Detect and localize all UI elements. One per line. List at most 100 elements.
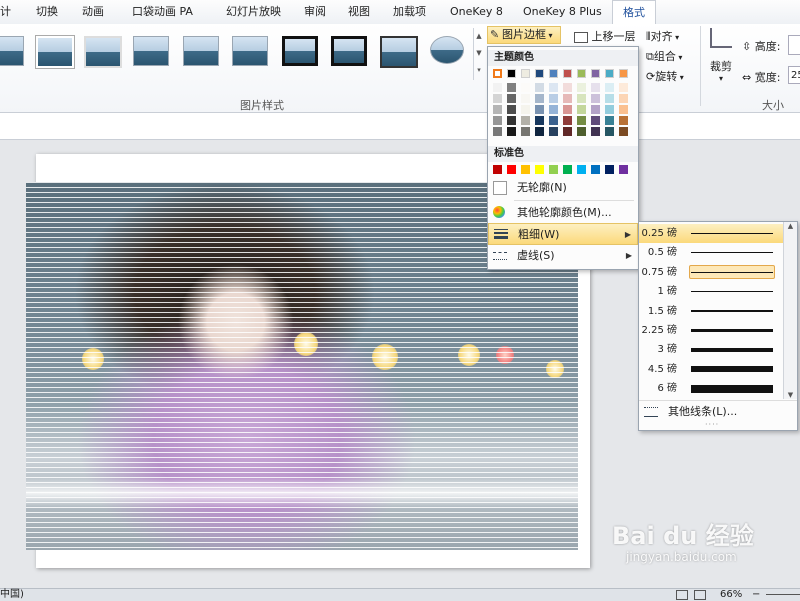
theme-color-shade[interactable] xyxy=(535,105,544,114)
theme-color-swatch[interactable] xyxy=(619,69,628,78)
zoom-level[interactable]: 66% xyxy=(720,589,742,601)
standard-color-swatch[interactable] xyxy=(563,165,572,174)
theme-color-shade[interactable] xyxy=(493,83,502,92)
theme-color-shade[interactable] xyxy=(605,116,614,125)
zoom-slider[interactable] xyxy=(766,594,800,595)
standard-color-swatch[interactable] xyxy=(493,165,502,174)
theme-color-shade[interactable] xyxy=(563,116,572,125)
scroll-down-icon[interactable]: ▼ xyxy=(784,391,797,399)
theme-color-shade[interactable] xyxy=(619,83,628,92)
style-thumb[interactable] xyxy=(430,36,464,64)
theme-color-swatch[interactable] xyxy=(549,69,558,78)
gallery-more-icon[interactable]: ▾ xyxy=(474,62,484,79)
theme-color-swatch[interactable] xyxy=(507,69,516,78)
move-forward-button[interactable]: 上移一层 xyxy=(574,28,636,44)
theme-color-swatch[interactable] xyxy=(577,69,586,78)
group-button[interactable]: ⧉组合 ▾ xyxy=(646,48,682,64)
dashes-item[interactable]: 虚线(S) ▶ xyxy=(488,245,638,267)
standard-color-swatch[interactable] xyxy=(535,165,544,174)
tab-onekey8[interactable]: OneKey 8 xyxy=(450,0,503,24)
theme-color-shade[interactable] xyxy=(493,116,502,125)
theme-color-shade[interactable] xyxy=(619,127,628,136)
theme-color-shade[interactable] xyxy=(605,105,614,114)
theme-color-shade[interactable] xyxy=(507,116,516,125)
tab-addins[interactable]: 加载项 xyxy=(393,0,426,24)
weight-option[interactable]: 1.5 磅 xyxy=(639,302,783,321)
theme-color-shade[interactable] xyxy=(619,94,628,103)
more-outline-colors-item[interactable]: 其他轮廓颜色(M)... xyxy=(488,202,638,224)
style-thumb[interactable] xyxy=(133,36,169,66)
more-lines-item[interactable]: 其他线条(L)... xyxy=(639,402,797,422)
width-input[interactable]: 25 xyxy=(788,66,800,84)
theme-color-shade[interactable] xyxy=(577,105,586,114)
no-outline-item[interactable]: 无轮廓(N) xyxy=(488,177,638,199)
normal-view-icon[interactable] xyxy=(676,590,688,600)
theme-color-swatch[interactable] xyxy=(563,69,572,78)
tab-review[interactable]: 审阅 xyxy=(304,0,326,24)
standard-color-swatch[interactable] xyxy=(591,165,600,174)
theme-color-shade[interactable] xyxy=(563,94,572,103)
tab-format[interactable]: 格式 xyxy=(612,0,656,26)
theme-color-shade[interactable] xyxy=(521,105,530,114)
standard-color-swatch[interactable] xyxy=(521,165,530,174)
weight-option[interactable]: 6 磅 xyxy=(639,379,783,398)
standard-color-swatch[interactable] xyxy=(619,165,628,174)
rotate-button[interactable]: ⟳旋转 ▾ xyxy=(646,68,684,84)
weight-option[interactable]: 0.75 磅 xyxy=(639,263,783,282)
style-thumb[interactable] xyxy=(380,36,418,68)
theme-color-swatch[interactable] xyxy=(591,69,600,78)
style-thumb[interactable] xyxy=(0,36,24,66)
theme-color-swatch[interactable] xyxy=(521,69,530,78)
crop-button[interactable]: 裁剪 ▾ xyxy=(708,28,734,83)
standard-color-swatch[interactable] xyxy=(605,165,614,174)
theme-color-shade[interactable] xyxy=(521,127,530,136)
theme-color-shade[interactable] xyxy=(591,105,600,114)
theme-color-shade[interactable] xyxy=(535,116,544,125)
language-indicator[interactable]: 中国) xyxy=(0,589,24,601)
tab-slideshow[interactable]: 幻灯片放映 xyxy=(226,0,281,24)
theme-color-shade[interactable] xyxy=(507,83,516,92)
theme-color-swatch[interactable] xyxy=(535,69,544,78)
tab-onekey8-plus[interactable]: OneKey 8 Plus xyxy=(523,0,602,24)
style-thumb[interactable] xyxy=(232,36,268,66)
theme-color-shade[interactable] xyxy=(591,116,600,125)
standard-color-swatch[interactable] xyxy=(507,165,516,174)
tab-view[interactable]: 视图 xyxy=(348,0,370,24)
zoom-out-icon[interactable]: − xyxy=(752,589,760,601)
theme-color-shade[interactable] xyxy=(605,127,614,136)
theme-color-shade[interactable] xyxy=(521,116,530,125)
tab-pocket-animation[interactable]: 口袋动画 PA xyxy=(132,0,193,24)
theme-color-shade[interactable] xyxy=(563,83,572,92)
gallery-down-icon[interactable]: ▼ xyxy=(474,45,484,62)
theme-color-shade[interactable] xyxy=(549,83,558,92)
theme-color-shade[interactable] xyxy=(577,94,586,103)
align-button[interactable]: ⫴对齐 ▾ xyxy=(646,28,679,44)
weight-item[interactable]: 粗细(W) ▶ xyxy=(488,223,638,245)
style-thumb[interactable] xyxy=(35,35,75,69)
theme-color-shade[interactable] xyxy=(507,105,516,114)
theme-color-shade[interactable] xyxy=(577,83,586,92)
theme-color-shade[interactable] xyxy=(549,94,558,103)
scroll-up-icon[interactable]: ▲ xyxy=(784,222,797,230)
submenu-scrollbar[interactable]: ▲ ▼ xyxy=(783,222,797,399)
style-thumb[interactable] xyxy=(331,36,367,66)
standard-color-swatch[interactable] xyxy=(549,165,558,174)
picture-border-button[interactable]: ✎ 图片边框 ▾ xyxy=(487,26,561,44)
theme-color-shade[interactable] xyxy=(549,105,558,114)
theme-color-swatch[interactable] xyxy=(493,69,502,78)
tab-transitions[interactable]: 切换 xyxy=(36,0,58,24)
theme-color-shade[interactable] xyxy=(563,127,572,136)
height-input[interactable] xyxy=(788,35,800,55)
weight-option[interactable]: 4.5 磅 xyxy=(639,360,783,379)
theme-color-shade[interactable] xyxy=(605,94,614,103)
theme-color-shade[interactable] xyxy=(493,127,502,136)
theme-color-shade[interactable] xyxy=(535,94,544,103)
weight-option[interactable]: 0.5 磅 xyxy=(639,243,783,262)
style-thumb[interactable] xyxy=(84,36,122,68)
theme-color-shade[interactable] xyxy=(493,105,502,114)
gallery-scroll[interactable]: ▲ ▼ ▾ xyxy=(473,28,484,80)
theme-color-shade[interactable] xyxy=(535,83,544,92)
theme-color-shade[interactable] xyxy=(549,127,558,136)
weight-option[interactable]: 1 磅 xyxy=(639,282,783,301)
resize-grip-icon[interactable]: ···· xyxy=(705,420,719,429)
